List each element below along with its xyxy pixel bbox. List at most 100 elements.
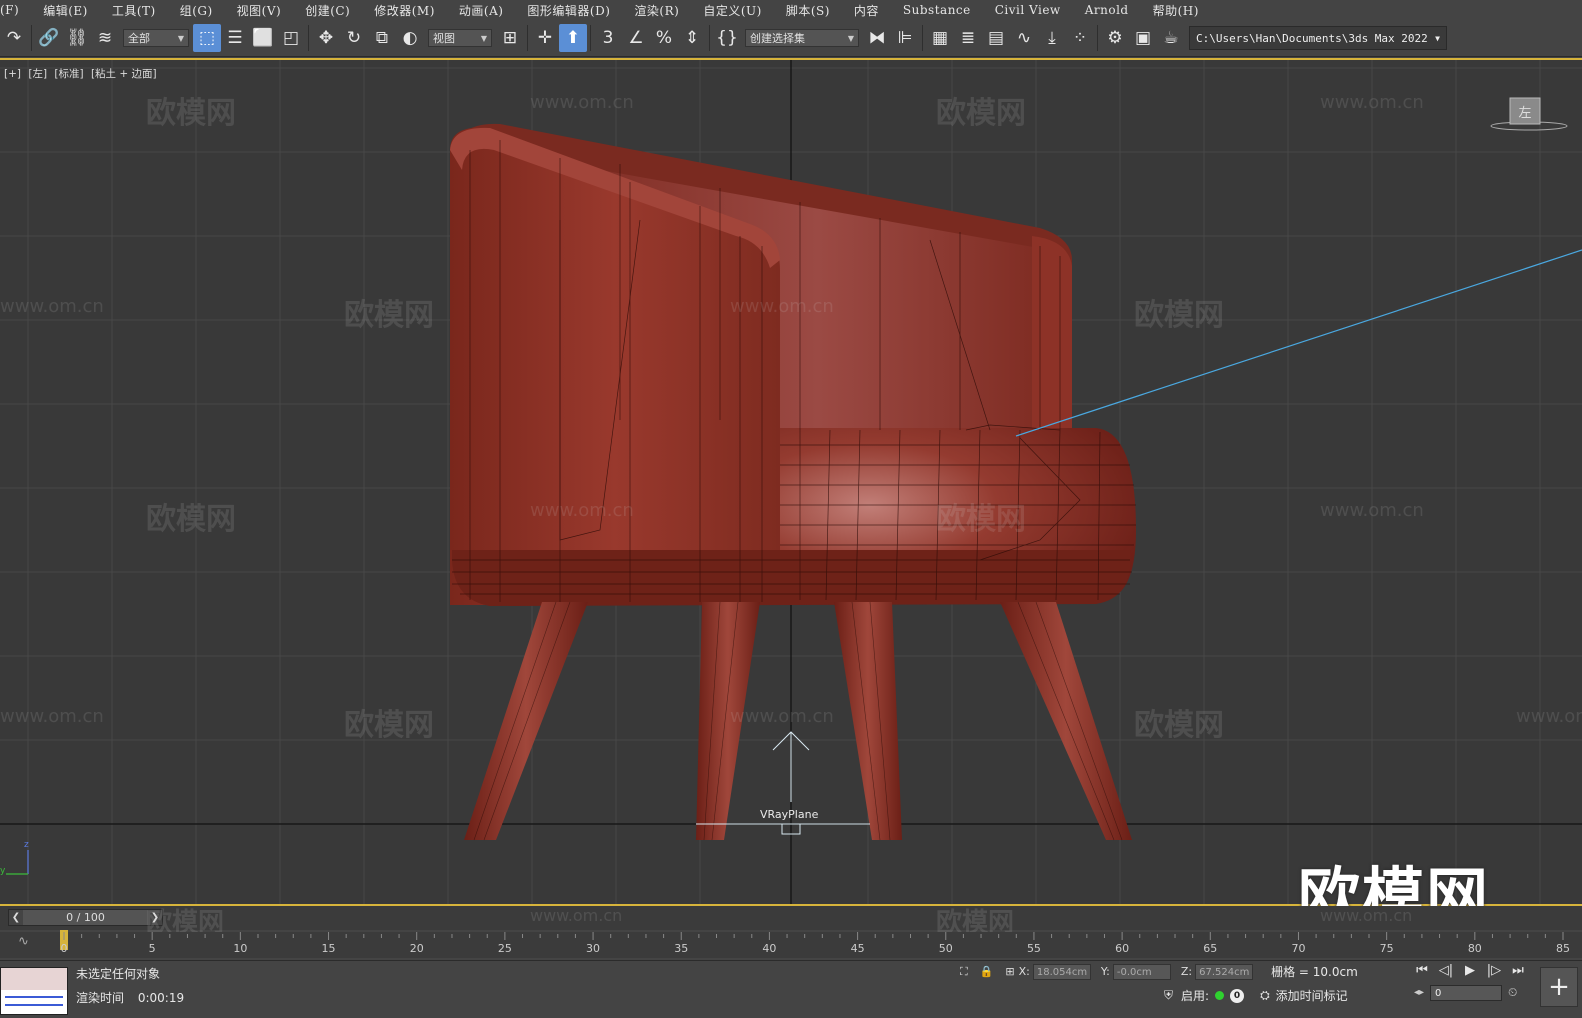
- ribbon-icon[interactable]: ▤: [982, 24, 1010, 52]
- menu-item[interactable]: 动画(A): [445, 2, 514, 19]
- timeline-tick-label: 65: [1203, 942, 1217, 955]
- isolate-selection-icon[interactable]: ⛶: [960, 965, 968, 979]
- go-to-end-icon[interactable]: ⏭: [1506, 963, 1530, 978]
- light-target-line: [1015, 249, 1582, 437]
- menu-item[interactable]: 修改器(M): [360, 2, 445, 19]
- status-bar: 未选定任何对象 渲染时间 0:00:19 ⛶ 🔒 ⊞ X: 18.054cm Y…: [0, 960, 1582, 1018]
- timeline-tick-label: 70: [1291, 942, 1305, 955]
- placement-icon[interactable]: ◐: [396, 24, 424, 52]
- viewcube-icon[interactable]: 左: [1486, 96, 1572, 136]
- time-tag-icon[interactable]: ⛭: [1260, 988, 1270, 1003]
- axis-z-label: z: [24, 840, 29, 850]
- rendered-frame-icon[interactable]: ▣: [1129, 24, 1157, 52]
- chevron-down-icon: ▼: [480, 33, 487, 43]
- menu-item[interactable]: Arnold: [1071, 3, 1139, 17]
- prev-frame-arrow-icon[interactable]: ❮: [9, 910, 23, 925]
- y-label: Y:: [1100, 965, 1110, 978]
- menu-item[interactable]: 渲染(R): [620, 2, 689, 19]
- go-to-start-icon[interactable]: ⏮: [1410, 963, 1434, 978]
- menu-item[interactable]: 组(G): [166, 2, 223, 19]
- track-bar[interactable]: ∿ 0 5 10 15 20 25 30 35 40 45 50 55 60 65 70 75 80 85: [0, 930, 1582, 958]
- frame-slider[interactable]: ❮ 0 / 100 ❯: [8, 909, 163, 926]
- ref-coord-dropdown[interactable]: 视图 ▼: [428, 29, 492, 47]
- rotate-icon[interactable]: ↻: [340, 24, 368, 52]
- key-mode-icon[interactable]: ◂▸: [1414, 987, 1424, 998]
- material-editor-icon[interactable]: ⁘: [1066, 24, 1094, 52]
- viewport-shading-mode[interactable]: [粘土 + 边面]: [91, 68, 157, 80]
- menu-item[interactable]: 脚本(S): [772, 2, 840, 19]
- next-frame-arrow-icon[interactable]: ❯: [147, 910, 162, 925]
- timeline-tick-label: 30: [586, 942, 600, 955]
- x-coordinate-field[interactable]: 18.054cm: [1032, 963, 1091, 980]
- time-config-icon[interactable]: ⏲: [1508, 985, 1517, 1000]
- z-coordinate-field[interactable]: 67.524cm: [1195, 963, 1254, 980]
- render-production-icon[interactable]: ☕: [1157, 24, 1185, 52]
- spinner-snap-icon[interactable]: ⇕: [678, 24, 706, 52]
- menu-item[interactable]: (F): [0, 3, 29, 17]
- menu-item[interactable]: 帮助(H): [1139, 2, 1209, 19]
- time-slider[interactable]: ❮ 0 / 100 ❯ 欧模网 www.om.cn 欧模网 www.om.cn: [0, 906, 1582, 938]
- unlink-icon[interactable]: ⛓: [63, 24, 91, 52]
- absolute-mode-icon[interactable]: ⊞: [1005, 965, 1014, 978]
- viewport-shading-standard[interactable]: [标准]: [54, 68, 83, 80]
- selection-filter-dropdown[interactable]: 全部 ▼: [123, 29, 189, 47]
- crosshair-icon[interactable]: ✛: [531, 24, 559, 52]
- pivot-icon[interactable]: ⊞: [496, 24, 524, 52]
- project-path-dropdown[interactable]: C:\Users\Han\Documents\3ds Max 2022 ▼: [1189, 26, 1447, 50]
- menu-item[interactable]: Civil View: [981, 3, 1071, 17]
- maxscript-mini-listener[interactable]: [0, 967, 68, 1015]
- menu-item[interactable]: 编辑(E): [29, 2, 98, 19]
- menu-item[interactable]: 内容: [840, 2, 889, 19]
- bind-spacewarp-icon[interactable]: ≋: [91, 24, 119, 52]
- enable-label: 启用:: [1181, 989, 1210, 1003]
- add-time-tag[interactable]: 添加时间标记: [1276, 987, 1348, 1004]
- status-message: 未选定任何对象: [76, 967, 161, 981]
- viewport-left[interactable]: [+] [左] [标准] [粘土 + 边面] 左 VRayPlane z y 欧…: [0, 58, 1582, 906]
- window-crossing-icon[interactable]: ◰: [277, 24, 305, 52]
- menu-item[interactable]: 图形编辑器(D): [513, 2, 620, 19]
- scale-icon[interactable]: ⧉: [368, 24, 396, 52]
- menu-item[interactable]: 工具(T): [98, 2, 166, 19]
- timeline-tick-label: 80: [1468, 942, 1482, 955]
- edit-named-sets-icon[interactable]: {}: [713, 24, 741, 52]
- timeline-tick-label: 60: [1115, 942, 1129, 955]
- menu-item[interactable]: Substance: [889, 3, 981, 17]
- move-icon[interactable]: ✥: [312, 24, 340, 52]
- current-frame-field[interactable]: 0: [1430, 985, 1502, 1001]
- shield-icon[interactable]: ⛨: [1164, 988, 1173, 1003]
- named-selection-dropdown[interactable]: 创建选择集 ▼: [745, 29, 859, 47]
- menu-item[interactable]: 视图(V): [223, 2, 292, 19]
- timeline-tick-label: 15: [322, 942, 336, 955]
- curve-editor-icon[interactable]: ∿: [1010, 24, 1038, 52]
- rect-region-icon[interactable]: ⬜: [249, 24, 277, 52]
- redo-icon[interactable]: ↷: [0, 24, 28, 52]
- layer-explorer-icon[interactable]: ≣: [954, 24, 982, 52]
- timeline-tick-label: 75: [1380, 942, 1394, 955]
- previous-frame-icon[interactable]: ◁|: [1434, 963, 1458, 978]
- schematic-icon[interactable]: ⤓: [1038, 24, 1066, 52]
- viewport-label[interactable]: [+] [左] [标准] [粘土 + 边面]: [4, 66, 161, 81]
- viewport-point-of-view[interactable]: [左]: [28, 68, 47, 80]
- align-icon[interactable]: ⊫: [891, 24, 919, 52]
- add-button[interactable]: +: [1540, 967, 1578, 1007]
- menu-item[interactable]: 自定义(U): [689, 2, 771, 19]
- menu-item[interactable]: 创建(C): [291, 2, 360, 19]
- scene-explorer-icon[interactable]: ▦: [926, 24, 954, 52]
- link-icon[interactable]: 🔗: [35, 24, 63, 52]
- chevron-down-icon: ▼: [1435, 33, 1440, 43]
- render-setup-icon[interactable]: ⚙: [1101, 24, 1129, 52]
- lock-icon[interactable]: 🔒: [980, 965, 994, 978]
- next-frame-icon[interactable]: |▷: [1482, 963, 1506, 978]
- render-time: 渲染时间 0:00:19: [76, 989, 194, 1006]
- select-by-name-icon[interactable]: ☰: [221, 24, 249, 52]
- adaptive-degradation-row: ⛨ 启用: 0 ⛭ 添加时间标记: [1164, 987, 1348, 1004]
- mirror-icon[interactable]: ⧓: [863, 24, 891, 52]
- y-coordinate-field[interactable]: -0.0cm: [1112, 963, 1171, 980]
- percent-snap-icon[interactable]: %: [650, 24, 678, 52]
- keyboard-shortcut-override-icon[interactable]: ⬆: [559, 24, 587, 52]
- snap-toggle-icon[interactable]: 3: [594, 24, 622, 52]
- select-object-icon[interactable]: ⬚: [193, 24, 221, 52]
- play-icon[interactable]: ▶: [1458, 963, 1482, 978]
- angle-snap-icon[interactable]: ∠: [622, 24, 650, 52]
- viewport-menu-plus[interactable]: [+]: [4, 68, 21, 80]
